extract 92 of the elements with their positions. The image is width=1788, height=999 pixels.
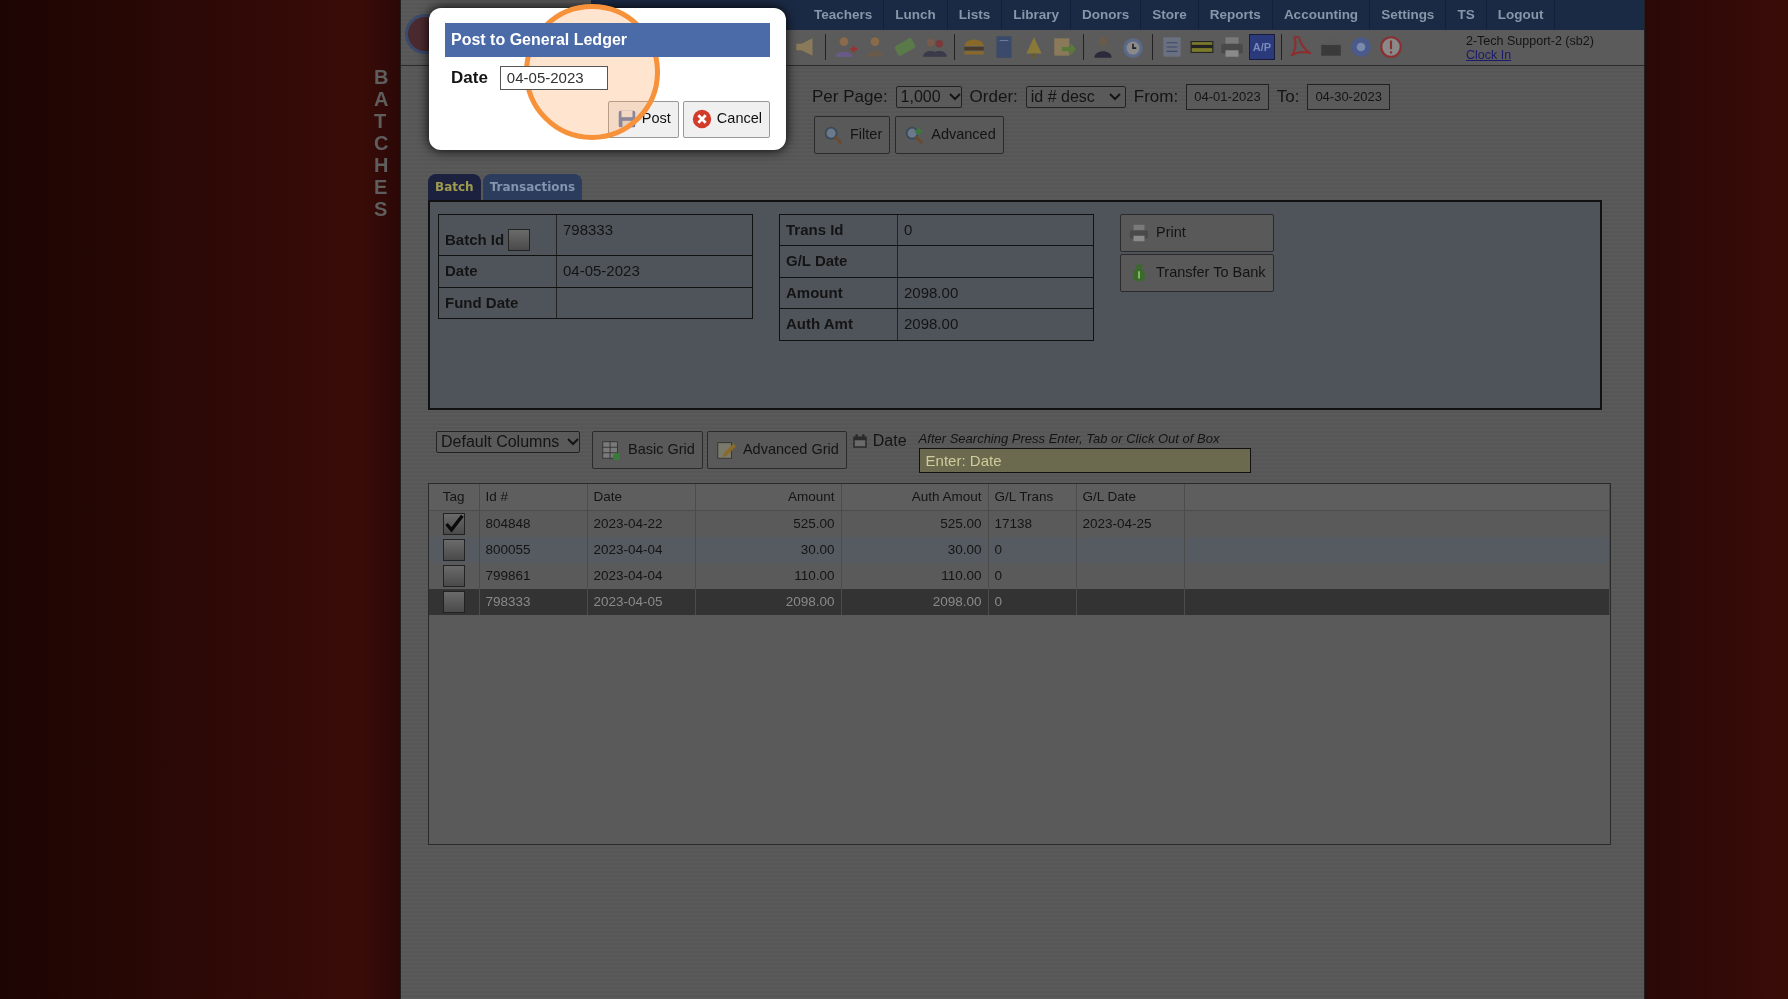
alert-icon[interactable] [1378,34,1404,61]
calendar-icon [850,431,869,450]
side-title: BATCHES [374,66,390,220]
columns-select[interactable]: Default Columns [436,430,580,453]
dialog-title: Post to General Ledger [445,23,770,57]
field-value: 04-05-2023 [563,262,640,279]
field-label: Amount [786,282,843,303]
table-cell: 110.00 [794,567,835,583]
nav-link[interactable]: Reports [1198,0,1273,30]
nav-link[interactable]: Accounting [1272,0,1371,30]
table-cell: 525.00 [793,515,835,531]
cancel-button[interactable]: Cancel [682,100,770,138]
checkbox[interactable] [442,564,465,587]
tab[interactable]: Batch [428,173,481,200]
hint-text: After Searching Press Enter, Tab or Click Out of Box [918,429,1221,448]
tab[interactable]: Transactions [482,173,583,200]
column-header[interactable]: G/L Date [1076,483,1184,511]
column-header[interactable]: Amount [695,483,841,511]
nav-link[interactable]: Donors [1071,0,1142,30]
filter-button[interactable]: Filter [814,115,891,154]
checkbox[interactable] [442,538,465,561]
table-cell: 800055 [485,541,531,557]
nav-link[interactable]: Teachers [803,0,885,30]
table-cell: 0 [994,541,1002,557]
table-cell: 0 [994,593,1002,609]
post-button[interactable]: Post [607,100,679,138]
field-value: 2098.00 [904,283,959,301]
basic-grid-button[interactable]: Basic Grid [592,430,703,469]
field-label: Batch Id [445,229,505,250]
table-cell: 2098.00 [932,593,982,609]
from-date-field[interactable]: 04-01-2023 [1186,84,1269,110]
field-label: Fund Date [445,292,519,313]
date-search-field[interactable]: Enter: Date [918,448,1251,473]
field-label: G/L Date [786,251,848,271]
table-cell: 0 [994,567,1002,583]
caret-icon [948,92,961,101]
table-cell: 525.00 [940,515,982,531]
toolbar-label-icon[interactable]: A/P [1249,34,1275,61]
table-cell: 2023-04-04 [593,541,663,557]
column-header[interactable]: G/L Trans [988,483,1076,511]
column-header[interactable]: Auth Amout [841,483,988,511]
nav-link[interactable]: TS [1446,0,1487,30]
column-header[interactable]: Tag [429,483,479,511]
date-field[interactable]: 04-05-2023 [499,65,608,90]
field-label: Per Page: [812,86,888,108]
order-select[interactable]: id # desc [1025,85,1126,108]
table-cell: 2023-04-05 [593,593,663,609]
per-page-select[interactable]: 1,000 [895,85,962,108]
table-cell: 2023-04-22 [593,515,663,531]
nav-link[interactable]: Logout [1486,0,1556,30]
user-name: 2-Tech Support-2 (sb2) [1466,34,1595,49]
nav-link[interactable]: Library [1002,0,1072,30]
nav-link[interactable]: Store [1141,0,1199,30]
table-cell: 30.00 [800,541,835,557]
nav-link[interactable]: Lists [947,0,1003,30]
column-header[interactable]: Date [587,483,695,511]
field-label: Order: [969,86,1018,108]
field-value: 0 [904,220,913,238]
table-cell: 804848 [485,515,531,531]
to-date-field[interactable]: 04-30-2023 [1307,84,1390,110]
field-label: Date [872,430,907,451]
cancel-icon [690,108,713,130]
clock-in-link[interactable]: Clock In [1466,48,1512,63]
nav-link[interactable]: Lunch [884,0,948,30]
checkbox[interactable] [442,590,465,613]
field-label: Trans Id [786,219,844,240]
table-cell: 110.00 [941,567,982,583]
caret-icon [567,437,580,446]
column-header[interactable]: Id # [479,483,587,511]
table-cell: 17138 [994,515,1033,531]
table-cell: 2023-04-25 [1082,515,1152,531]
checkbox[interactable] [442,512,465,535]
field-label: Date [451,67,488,89]
advanced-grid-button[interactable]: Advanced Grid [706,430,847,469]
table-cell: 799861 [485,567,531,583]
field-label: Date [445,261,478,281]
field-value: 2098.00 [904,315,959,332]
print-button[interactable]: Print [1120,213,1274,252]
field-value: 798333 [563,220,614,238]
caret-icon [1108,92,1121,101]
grid-icon [600,438,622,461]
transfer-button[interactable]: Transfer To Bank [1120,253,1274,292]
table-cell: 2023-04-04 [593,567,663,583]
nav-link[interactable]: Settings [1370,0,1447,30]
table-cell: 2098.00 [785,593,835,609]
checkbox[interactable] [508,229,531,251]
advanced-button[interactable]: Advanced [895,115,1004,154]
field-label: From: [1133,86,1179,108]
field-label: To: [1276,86,1300,108]
table-cell: 30.00 [947,541,982,557]
field-label: Auth Amt [786,314,853,334]
table-cell: 798333 [485,593,531,609]
